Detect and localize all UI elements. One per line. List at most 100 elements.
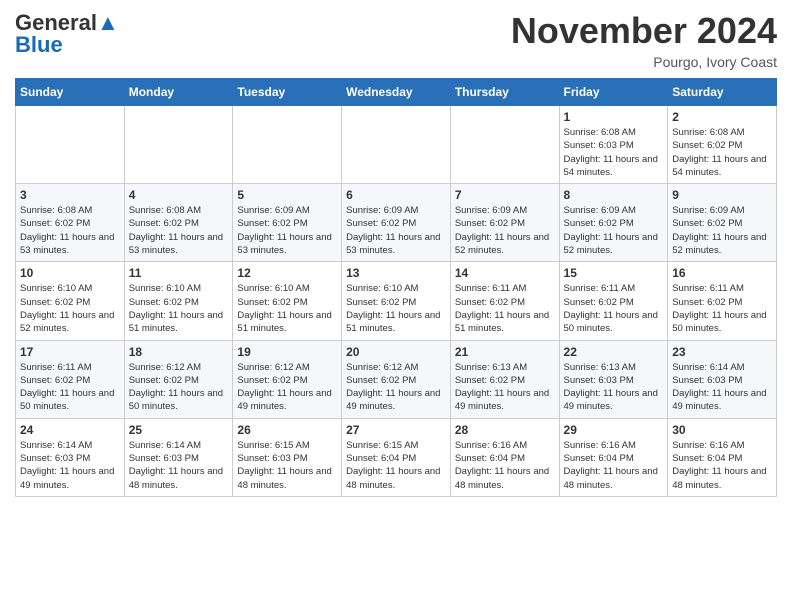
weekday-header-thursday: Thursday <box>450 79 559 106</box>
cell-content: Sunrise: 6:12 AMSunset: 6:02 PMDaylight:… <box>237 361 337 414</box>
calendar-cell: 4 Sunrise: 6:08 AMSunset: 6:02 PMDaylight… <box>124 184 233 262</box>
calendar-week-1: 1Sunrise: 6:08 AMSunset: 6:03 PMDaylight… <box>16 106 777 184</box>
sunset-text: Sunset: 6:02 PM <box>672 296 772 309</box>
sunrise-text: Sunrise: 6:11 AM <box>564 282 664 295</box>
sunset-text: Sunset: 6:02 PM <box>455 374 555 387</box>
calendar-cell: 10 Sunrise: 6:10 AMSunset: 6:02 PMDayligh… <box>16 262 125 340</box>
daylight-text: Daylight: 11 hours and 49 minutes. <box>237 387 337 414</box>
cell-content: Sunrise: 6:11 AMSunset: 6:02 PMDaylight:… <box>564 282 664 335</box>
day-number: 18 <box>129 345 229 359</box>
calendar-week-2: 3Sunrise: 6:08 AMSunset: 6:02 PMDaylight… <box>16 184 777 262</box>
day-number: 15 <box>564 266 664 280</box>
day-number: 24 <box>20 423 120 437</box>
cell-content: Sunrise: 6:11 AMSunset: 6:02 PMDaylight:… <box>672 282 772 335</box>
sunrise-text: Sunrise: 6:15 AM <box>237 439 337 452</box>
calendar-cell: 11Sunrise: 6:10 AMSunset: 6:02 PMDayligh… <box>124 262 233 340</box>
sunrise-text: Sunrise: 6:10 AM <box>346 282 446 295</box>
sunrise-text: Sunrise: 6:08 AM <box>672 126 772 139</box>
day-number: 17 <box>20 345 120 359</box>
sunrise-text: Sunrise: 6:10 AM <box>237 282 337 295</box>
calendar-header: SundayMondayTuesdayWednesdayThursdayFrid… <box>16 79 777 106</box>
calendar-cell: 5Sunrise: 6:09 AMSunset: 6:02 PMDaylight… <box>233 184 342 262</box>
calendar-cell: 20Sunrise: 6:12 AMSunset: 6:02 PMDayligh… <box>342 340 451 418</box>
day-number: 23 <box>672 345 772 359</box>
cell-content: Sunrise: 6:09 AMSunset: 6:02 PMDaylight:… <box>455 204 555 257</box>
cell-content: Sunrise: 6:10 AMSunset: 6:02 PMDaylight:… <box>20 282 120 335</box>
cell-content: Sunrise: 6:08 AMSunset: 6:02 PMDaylight:… <box>129 204 229 257</box>
calendar-cell: 22Sunrise: 6:13 AMSunset: 6:03 PMDayligh… <box>559 340 668 418</box>
sunset-text: Sunset: 6:02 PM <box>129 217 229 230</box>
day-number: 16 <box>672 266 772 280</box>
calendar-week-3: 10 Sunrise: 6:10 AMSunset: 6:02 PMDayligh… <box>16 262 777 340</box>
cell-content: Sunrise: 6:08 AMSunset: 6:02 PMDaylight:… <box>672 126 772 179</box>
sunrise-text: Sunrise: 6:11 AM <box>20 361 120 374</box>
daylight-text: Daylight: 11 hours and 48 minutes. <box>564 465 664 492</box>
sunrise-text: Sunrise: 6:09 AM <box>455 204 555 217</box>
cell-content: Sunrise: 6:15 AMSunset: 6:03 PMDaylight:… <box>237 439 337 492</box>
cell-content: Sunrise: 6:10 AMSunset: 6:02 PMDaylight:… <box>129 282 229 335</box>
calendar-cell: 6Sunrise: 6:09 AMSunset: 6:02 PMDaylight… <box>342 184 451 262</box>
sunset-text: Sunset: 6:02 PM <box>564 217 664 230</box>
calendar-cell: 23 Sunrise: 6:14 AMSunset: 6:03 PMDayligh… <box>668 340 777 418</box>
daylight-text: Daylight: 11 hours and 53 minutes. <box>129 231 229 258</box>
calendar-cell: 17 Sunrise: 6:11 AMSunset: 6:02 PMDayligh… <box>16 340 125 418</box>
sunrise-text: Sunrise: 6:16 AM <box>672 439 772 452</box>
calendar-cell: 14Sunrise: 6:11 AMSunset: 6:02 PMDayligh… <box>450 262 559 340</box>
weekday-header-wednesday: Wednesday <box>342 79 451 106</box>
sunset-text: Sunset: 6:03 PM <box>672 374 772 387</box>
cell-content: Sunrise: 6:16 AMSunset: 6:04 PMDaylight:… <box>564 439 664 492</box>
sunset-text: Sunset: 6:04 PM <box>672 452 772 465</box>
day-number: 22 <box>564 345 664 359</box>
daylight-text: Daylight: 11 hours and 48 minutes. <box>237 465 337 492</box>
month-title: November 2024 <box>511 10 777 52</box>
day-number: 30 <box>672 423 772 437</box>
sunset-text: Sunset: 6:02 PM <box>346 374 446 387</box>
calendar-cell: 13Sunrise: 6:10 AMSunset: 6:02 PMDayligh… <box>342 262 451 340</box>
sunrise-text: Sunrise: 6:13 AM <box>455 361 555 374</box>
daylight-text: Daylight: 11 hours and 53 minutes. <box>346 231 446 258</box>
sunset-text: Sunset: 6:02 PM <box>346 296 446 309</box>
calendar-cell: 15 Sunrise: 6:11 AMSunset: 6:02 PMDayligh… <box>559 262 668 340</box>
sunset-text: Sunset: 6:02 PM <box>20 217 120 230</box>
sunrise-text: Sunrise: 6:11 AM <box>455 282 555 295</box>
sunset-text: Sunset: 6:02 PM <box>455 296 555 309</box>
daylight-text: Daylight: 11 hours and 49 minutes. <box>455 387 555 414</box>
calendar-cell: 7Sunrise: 6:09 AMSunset: 6:02 PMDaylight… <box>450 184 559 262</box>
sunset-text: Sunset: 6:02 PM <box>455 217 555 230</box>
calendar-cell: 16 Sunrise: 6:11 AMSunset: 6:02 PMDayligh… <box>668 262 777 340</box>
cell-content: Sunrise: 6:14 AMSunset: 6:03 PMDaylight:… <box>672 361 772 414</box>
sunset-text: Sunset: 6:02 PM <box>20 296 120 309</box>
cell-content: Sunrise: 6:14 AMSunset: 6:03 PMDaylight:… <box>20 439 120 492</box>
daylight-text: Daylight: 11 hours and 52 minutes. <box>672 231 772 258</box>
day-number: 10 <box>20 266 120 280</box>
day-number: 19 <box>237 345 337 359</box>
day-number: 6 <box>346 188 446 202</box>
day-number: 28 <box>455 423 555 437</box>
daylight-text: Daylight: 11 hours and 52 minutes. <box>564 231 664 258</box>
daylight-text: Daylight: 11 hours and 52 minutes. <box>455 231 555 258</box>
daylight-text: Daylight: 11 hours and 54 minutes. <box>672 153 772 180</box>
sunrise-text: Sunrise: 6:14 AM <box>672 361 772 374</box>
calendar-cell: 26Sunrise: 6:15 AMSunset: 6:03 PMDayligh… <box>233 418 342 496</box>
calendar-cell: 8Sunrise: 6:09 AMSunset: 6:02 PMDaylight… <box>559 184 668 262</box>
sunset-text: Sunset: 6:03 PM <box>564 139 664 152</box>
sunset-text: Sunset: 6:04 PM <box>346 452 446 465</box>
sunrise-text: Sunrise: 6:09 AM <box>672 204 772 217</box>
day-number: 2 <box>672 110 772 124</box>
sunrise-text: Sunrise: 6:14 AM <box>129 439 229 452</box>
cell-content: Sunrise: 6:12 AMSunset: 6:02 PMDaylight:… <box>129 361 229 414</box>
calendar-cell: 21 Sunrise: 6:13 AMSunset: 6:02 PMDayligh… <box>450 340 559 418</box>
calendar-cell: 2 Sunrise: 6:08 AMSunset: 6:02 PMDaylight… <box>668 106 777 184</box>
day-number: 21 <box>455 345 555 359</box>
weekday-header-tuesday: Tuesday <box>233 79 342 106</box>
cell-content: Sunrise: 6:11 AMSunset: 6:02 PMDaylight:… <box>20 361 120 414</box>
calendar-cell: 9Sunrise: 6:09 AMSunset: 6:02 PMDaylight… <box>668 184 777 262</box>
cell-content: Sunrise: 6:09 AMSunset: 6:02 PMDaylight:… <box>672 204 772 257</box>
day-number: 4 <box>129 188 229 202</box>
page: General▲ Blue November 2024 Pourgo, Ivor… <box>0 0 792 507</box>
sunrise-text: Sunrise: 6:14 AM <box>20 439 120 452</box>
cell-content: Sunrise: 6:09 AMSunset: 6:02 PMDaylight:… <box>237 204 337 257</box>
daylight-text: Daylight: 11 hours and 48 minutes. <box>455 465 555 492</box>
calendar-cell: 24 Sunrise: 6:14 AMSunset: 6:03 PMDayligh… <box>16 418 125 496</box>
calendar-cell <box>124 106 233 184</box>
